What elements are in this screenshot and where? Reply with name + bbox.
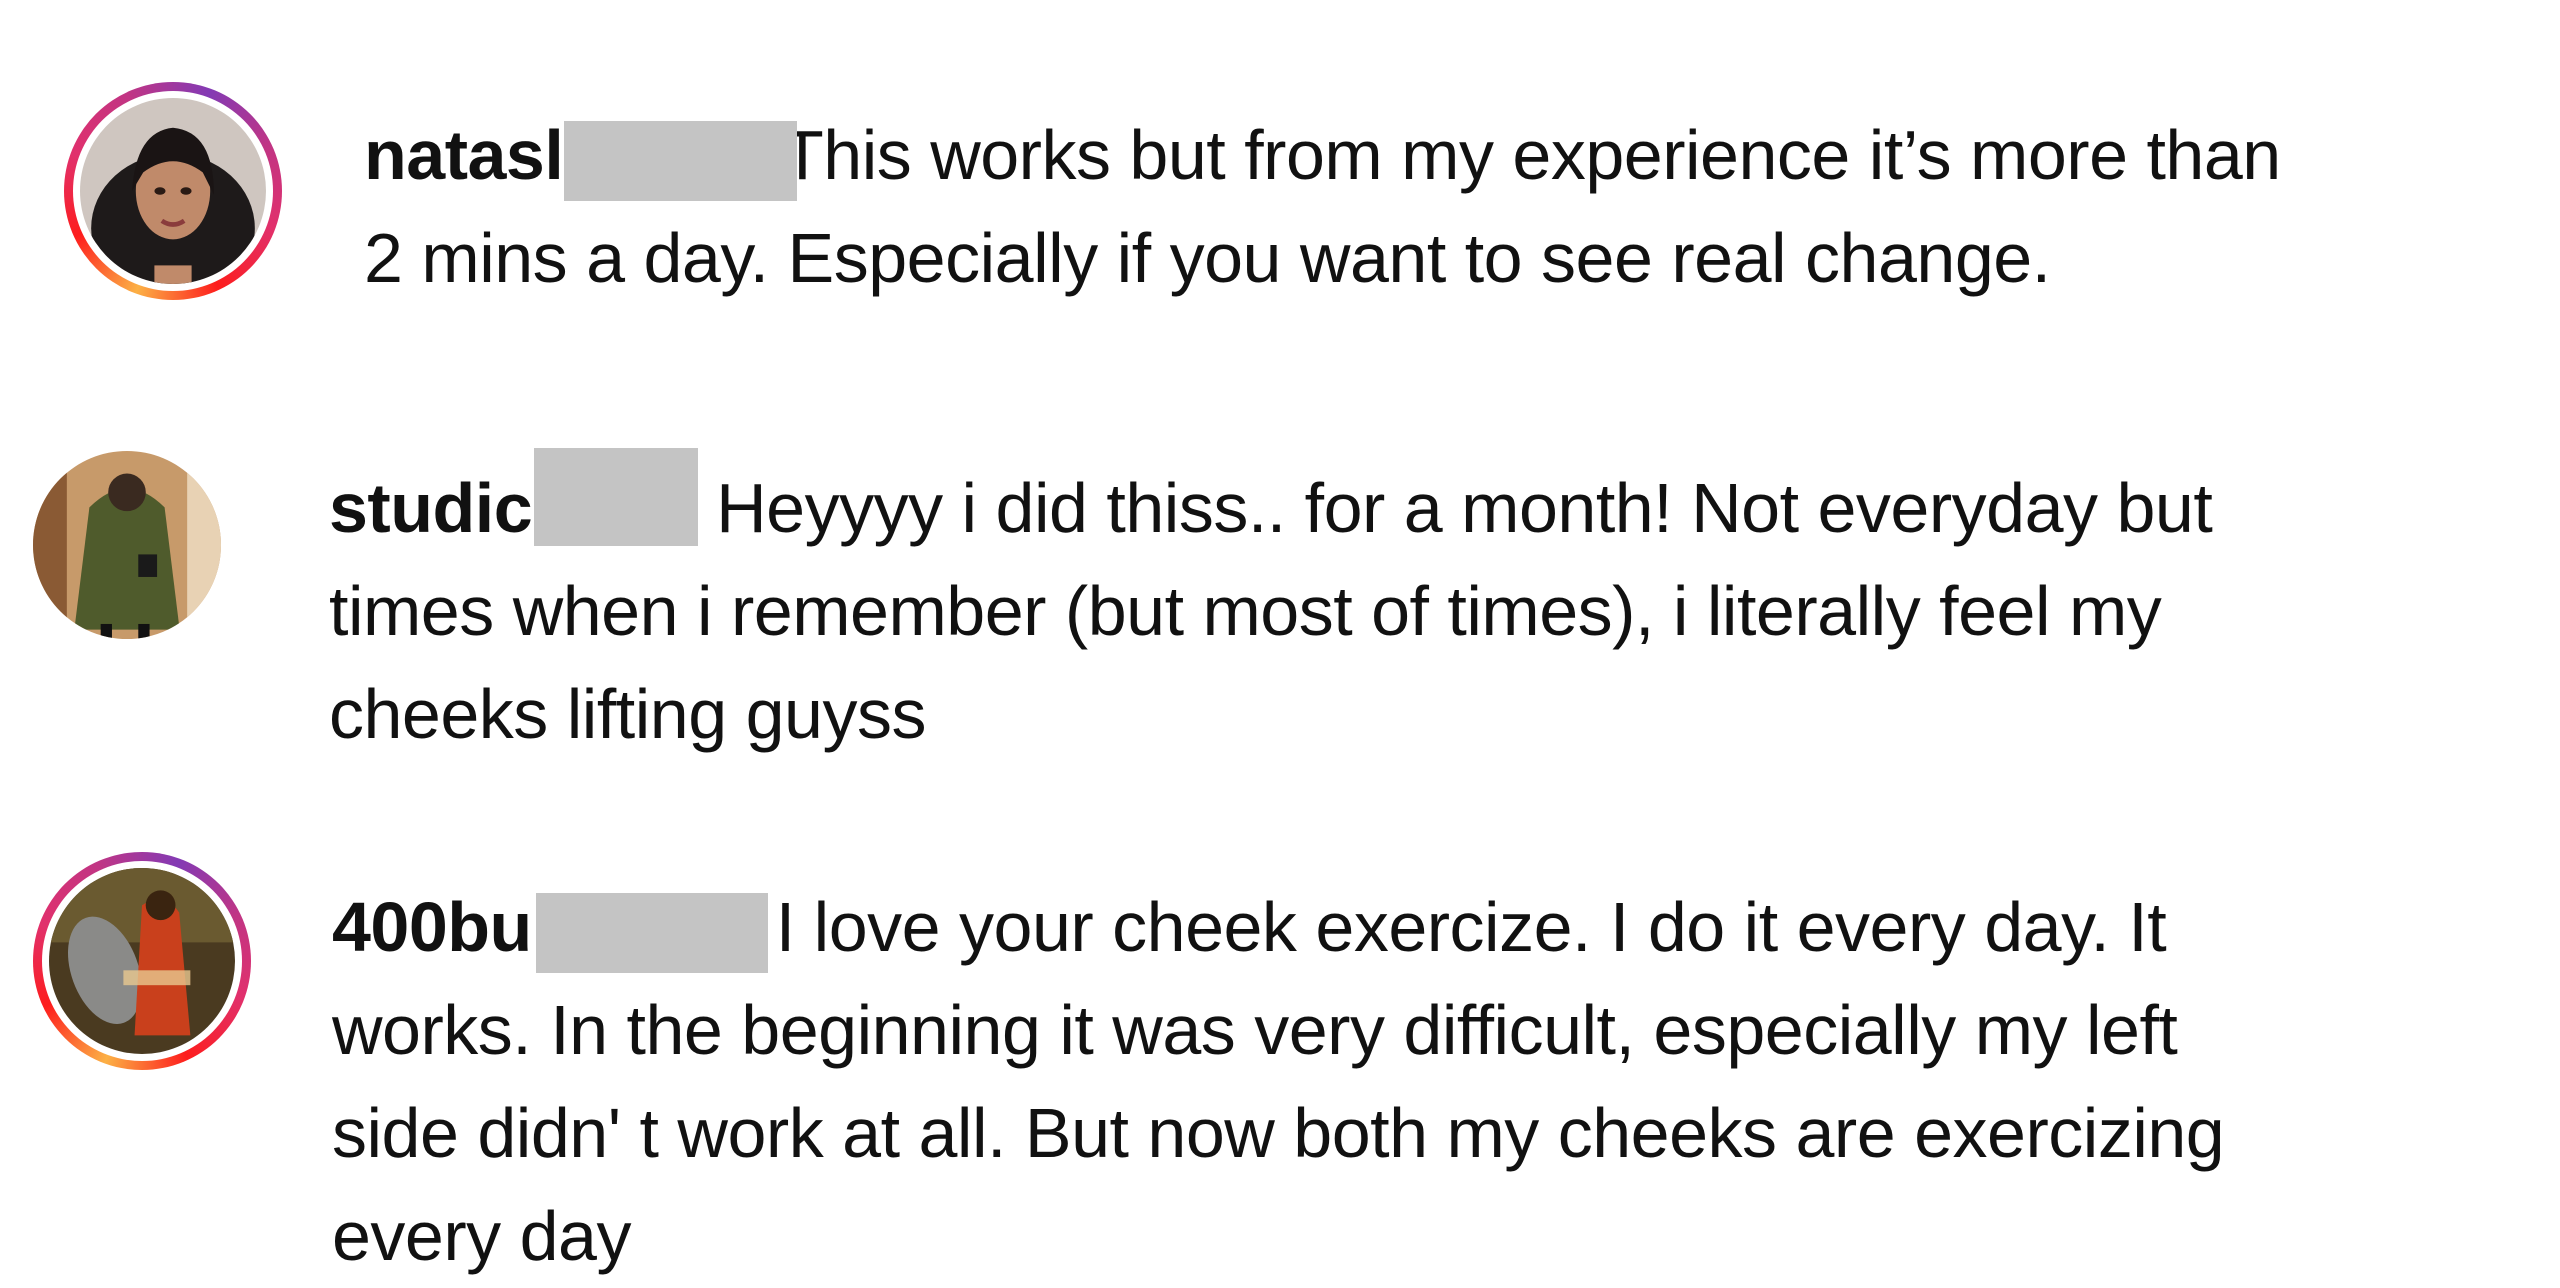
comment-line: cheeks lifting guyss (329, 663, 2212, 766)
avatar[interactable] (33, 852, 251, 1070)
avatar-ring-gap (73, 91, 273, 291)
comment-line: works. In the beginning it was very diff… (332, 979, 2224, 1082)
comment-line-text: times when i remember (but most of times… (329, 572, 2162, 650)
avatar-ring-gap (42, 861, 242, 1061)
comment-line: times when i remember (but most of times… (329, 560, 2212, 663)
comment-username[interactable]: 400bu (332, 888, 532, 966)
profile-photo-icon (33, 451, 221, 639)
redaction-box (534, 448, 698, 546)
avatar-photo (80, 98, 266, 284)
redaction-box (536, 893, 768, 973)
comment-line-text: I love your cheek exercize. I do it ever… (775, 888, 2167, 966)
avatar[interactable] (64, 82, 282, 300)
comment-line: 2 mins a day. Especially if you want to … (364, 207, 2281, 310)
redaction-box (564, 121, 797, 201)
comment-username[interactable]: natasl (364, 116, 564, 194)
comment-line-text: works. In the beginning it was very diff… (332, 991, 2178, 1069)
comment-line-text: This works but from my experience it’s m… (781, 116, 2281, 194)
comment-line-text: Heyyyy i did thiss.. for a month! Not ev… (716, 469, 2213, 547)
comment-line-text: every day (332, 1197, 631, 1275)
comment-line-text: 2 mins a day. Especially if you want to … (364, 219, 2051, 297)
avatar[interactable] (33, 451, 221, 639)
profile-photo-icon (49, 868, 235, 1054)
comment-line: every day (332, 1185, 2224, 1288)
comment-line-text: side didn' t work at all. But now both m… (332, 1094, 2225, 1172)
avatar-photo (49, 868, 235, 1054)
comment-username[interactable]: studic (329, 469, 533, 547)
comment-line: side didn' t work at all. But now both m… (332, 1082, 2225, 1185)
comment-line-text: cheeks lifting guyss (329, 675, 926, 753)
profile-photo-icon (80, 98, 266, 284)
